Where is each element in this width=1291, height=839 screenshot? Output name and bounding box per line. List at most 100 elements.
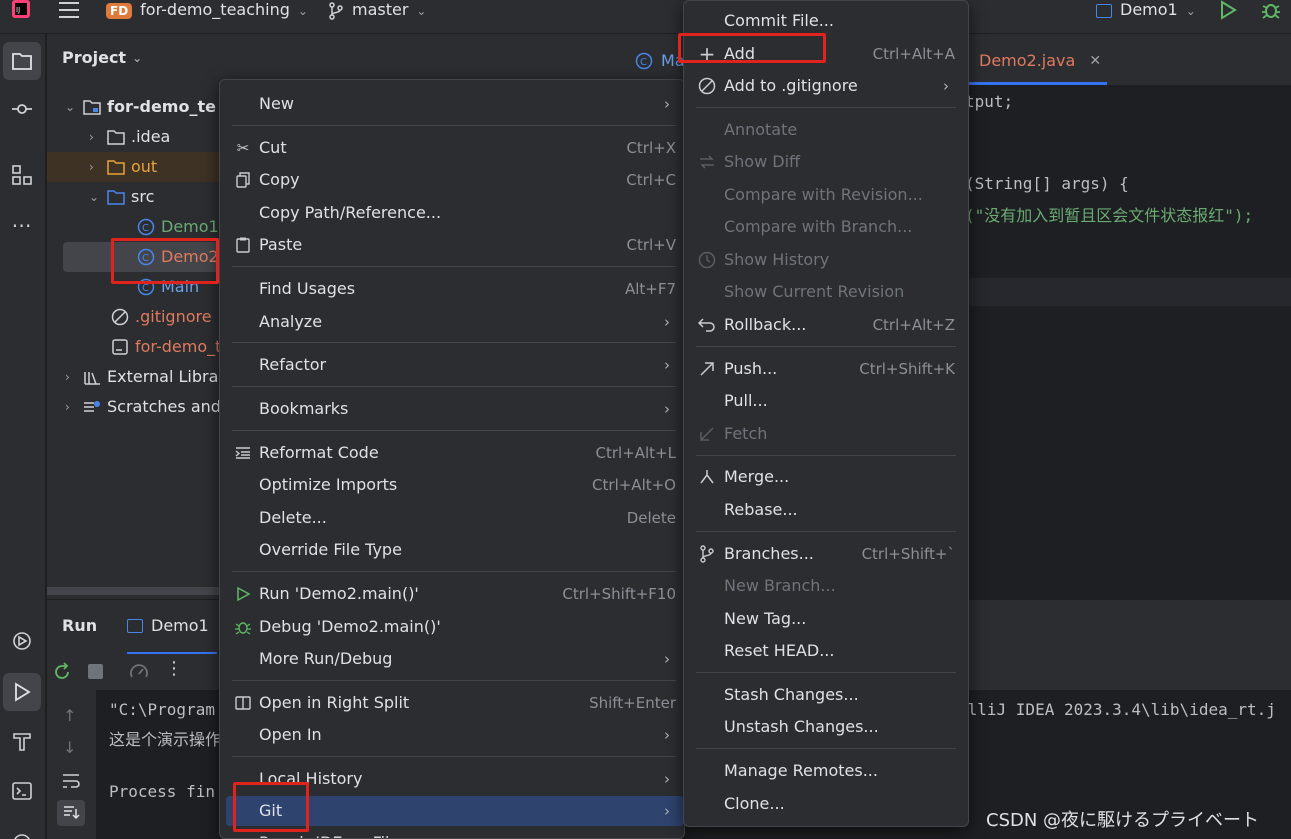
tree-root[interactable]: ⌄ for-demo_te (65, 92, 216, 122)
menu-item-pull[interactable]: Pull... (684, 386, 968, 416)
chevron-right-icon: › (89, 160, 94, 174)
menu-item-shortcut: Ctrl+Shift+F10 (562, 585, 676, 603)
menu-item-debug[interactable]: Debug 'Demo2.main()' (220, 612, 684, 642)
menu-item-add[interactable]: + Add Ctrl+Alt+A (684, 39, 968, 69)
problems-tool-icon[interactable] (3, 824, 41, 839)
menu-item-fetch[interactable]: Fetch (684, 419, 968, 449)
main-menu-icon[interactable] (58, 0, 80, 20)
menu-item-reformat-code[interactable]: Reformat Code Ctrl+Alt+L (220, 438, 684, 468)
project-folder-icon (83, 99, 101, 115)
branch-selector[interactable]: master ⌄ (328, 0, 426, 22)
menu-item-copy[interactable]: Copy Ctrl+C (220, 165, 684, 195)
terminal-tool-icon[interactable] (3, 772, 41, 810)
menu-item-show-history[interactable]: Show History (684, 245, 968, 275)
menu-item-find-usages[interactable]: Find Usages Alt+F7 (220, 274, 684, 304)
project-tool-icon[interactable] (3, 42, 41, 80)
menu-item-override-file-type[interactable]: Override File Type (220, 535, 684, 565)
rerun-icon[interactable] (52, 662, 72, 682)
services-tool-icon[interactable] (3, 622, 41, 660)
run-config-tab[interactable]: Demo1 (127, 616, 209, 635)
soft-wrap-icon[interactable] (61, 772, 81, 790)
menu-item-rollback[interactable]: Rollback... Ctrl+Alt+Z (684, 310, 968, 340)
tree-item-src[interactable]: ⌄ src (89, 182, 154, 212)
menu-item-compare-revision[interactable]: Compare with Revision... (684, 180, 968, 210)
menu-item-commit-file[interactable]: Commit File... (684, 6, 968, 36)
editor-tab-main[interactable]: C Ma (635, 51, 685, 70)
tree-item-main[interactable]: C Main (137, 272, 199, 302)
menu-item-new-branch[interactable]: New Branch... (684, 571, 968, 601)
tree-item-scratches[interactable]: › Scratches and (65, 392, 221, 422)
run-tool-icon[interactable] (3, 673, 41, 711)
menu-separator (232, 756, 676, 757)
app-logo-icon[interactable]: IJ (10, 0, 32, 20)
editor-tab-demo2[interactable]: Demo2.java ✕ (979, 51, 1101, 70)
menu-item-analyze[interactable]: Analyze › (220, 307, 684, 337)
tree-item-gitignore[interactable]: .gitignore (111, 302, 212, 332)
tree-item-demo2[interactable]: C Demo2 (137, 242, 219, 272)
menu-item-optimize-imports[interactable]: Optimize Imports Ctrl+Alt+O (220, 470, 684, 500)
menu-separator (232, 342, 676, 343)
tree-item-label: out (131, 157, 158, 176)
more-options-icon[interactable]: ⋮ (165, 658, 183, 679)
menu-item-new-tag[interactable]: New Tag... (684, 604, 968, 634)
menu-item-more-run-debug[interactable]: More Run/Debug › (220, 644, 684, 674)
git-submenu: Commit File... + Add Ctrl+Alt+A Add to .… (683, 0, 969, 827)
menu-item-annotate[interactable]: Annotate (684, 115, 968, 145)
menu-item-show-diff[interactable]: Show Diff (684, 147, 968, 177)
diff-icon (698, 153, 716, 171)
menu-item-git[interactable]: Git › (226, 796, 684, 826)
menu-item-show-current-revision[interactable]: Show Current Revision (684, 277, 968, 307)
tree-item-idea[interactable]: › .idea (89, 122, 170, 152)
commit-tool-icon[interactable] (3, 90, 41, 128)
branch-name: master (352, 0, 409, 19)
profiler-icon[interactable] (129, 662, 149, 682)
stop-icon[interactable] (88, 664, 103, 679)
close-icon[interactable]: ✕ (1089, 53, 1101, 69)
menu-item-compare-branch[interactable]: Compare with Branch... (684, 212, 968, 242)
debug-icon[interactable] (1260, 0, 1282, 20)
menu-item-open-right-split[interactable]: Open in Right Split Shift+Enter (220, 688, 684, 718)
tree-item-iml[interactable]: for-demo_t (111, 332, 221, 362)
menu-item-copy-path[interactable]: Copy Path/Reference... (220, 198, 684, 228)
project-panel-header[interactable]: Project ⌄ (62, 48, 142, 67)
menu-item-paste[interactable]: Paste Ctrl+V (220, 230, 684, 260)
chevron-down-icon: ⌄ (1185, 4, 1196, 18)
run-icon[interactable] (1218, 0, 1238, 20)
build-tool-icon[interactable] (3, 722, 41, 760)
run-config-tab-label: Demo1 (151, 616, 209, 635)
menu-item-bookmarks[interactable]: Bookmarks › (220, 394, 684, 424)
structure-tool-icon[interactable] (3, 156, 41, 194)
more-tools-icon[interactable]: ⋯ (3, 206, 41, 244)
menu-item-new[interactable]: New › (220, 89, 684, 119)
menu-item-push[interactable]: Push... Ctrl+Shift+K (684, 354, 968, 384)
menu-item-manage-remotes[interactable]: Manage Remotes... (684, 756, 968, 786)
menu-item-cut[interactable]: ✂ Cut Ctrl+X (220, 133, 684, 163)
tree-item-demo1[interactable]: C Demo1 (137, 212, 219, 242)
menu-item-stash[interactable]: Stash Changes... (684, 680, 968, 710)
run-config-selector[interactable]: Demo1 ⌄ (1096, 0, 1196, 22)
menu-item-unstash[interactable]: Unstash Changes... (684, 712, 968, 742)
menu-item-clone[interactable]: Clone... (684, 789, 968, 819)
chevron-right-icon: › (664, 770, 670, 788)
menu-item-refactor[interactable]: Refactor › (220, 350, 684, 380)
menu-item-local-history[interactable]: Local History › (220, 764, 684, 794)
scroll-to-end-icon[interactable] (57, 800, 85, 826)
menu-item-label: Open In (259, 725, 322, 744)
menu-item-run[interactable]: Run 'Demo2.main()' Ctrl+Shift+F10 (220, 579, 684, 609)
menu-item-delete[interactable]: Delete... Delete (220, 503, 684, 533)
menu-item-add-gitignore[interactable]: Add to .gitignore › (684, 71, 968, 101)
plus-icon: + (698, 42, 716, 66)
project-selector[interactable]: FD for-demo_teaching ⌄ (106, 0, 308, 22)
menu-item-reset-head[interactable]: Reset HEAD... (684, 636, 968, 666)
menu-item-label: Merge... (724, 467, 790, 486)
tree-item-external-libraries[interactable]: › External Libra (65, 362, 218, 392)
paste-icon (234, 236, 252, 254)
menu-item-merge[interactable]: Merge... (684, 462, 968, 492)
menu-item-repair-ide[interactable]: Repair IDE on File (220, 828, 684, 838)
arrow-up-icon[interactable]: ↑ (63, 706, 76, 725)
menu-item-branches[interactable]: Branches... Ctrl+Shift+` (684, 539, 968, 569)
arrow-down-icon[interactable]: ↓ (63, 738, 76, 757)
menu-item-open-in[interactable]: Open In › (220, 720, 684, 750)
menu-item-rebase[interactable]: Rebase... (684, 495, 968, 525)
run-config-icon (127, 618, 143, 633)
